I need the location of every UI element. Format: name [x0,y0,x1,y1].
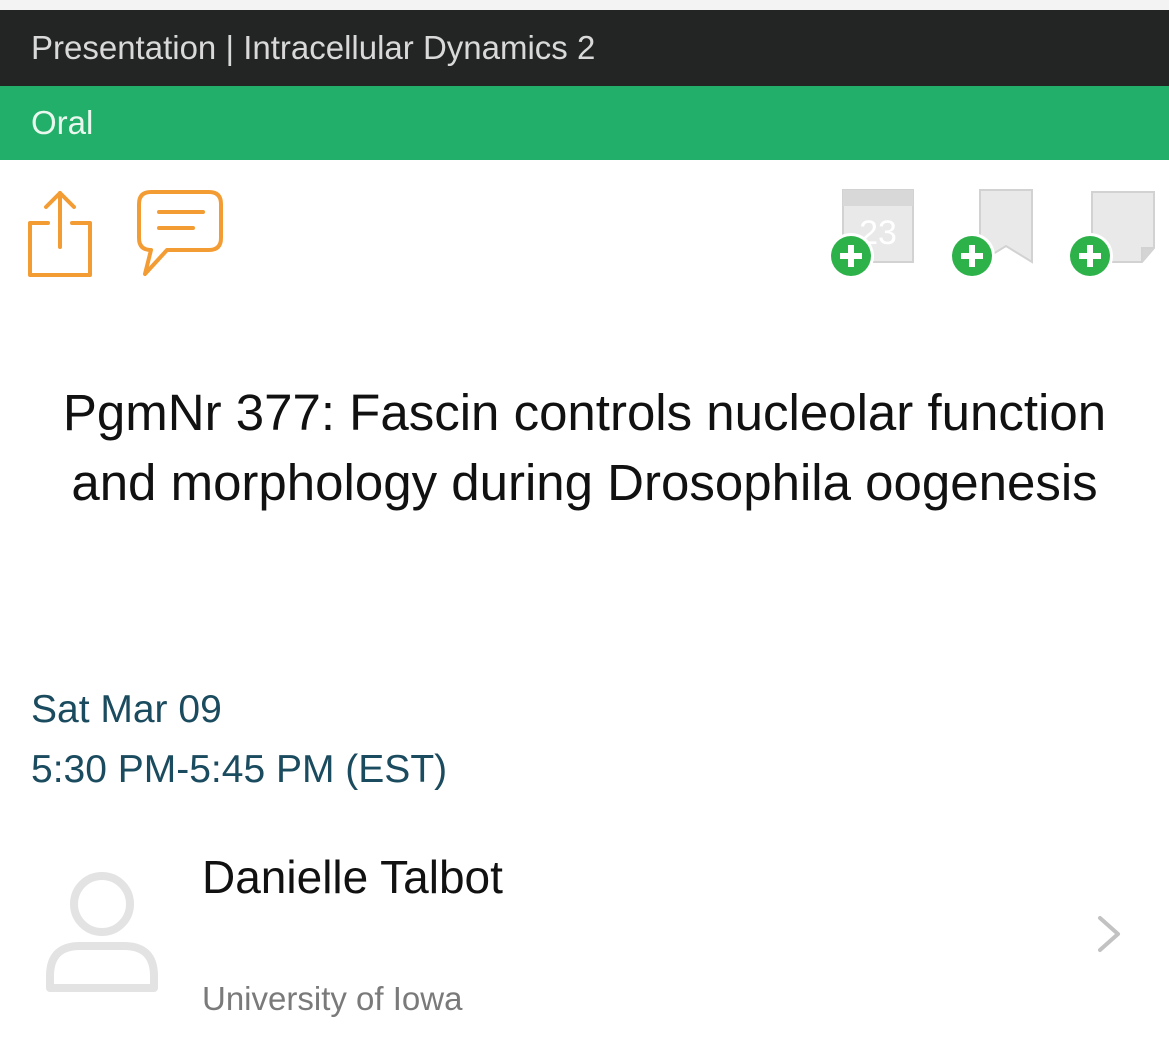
add-note-button[interactable] [1066,186,1160,280]
avatar [44,868,160,1000]
add-bookmark-button[interactable] [946,186,1038,280]
add-to-calendar-button[interactable]: 23 [825,186,920,280]
add-note-icon [1067,191,1155,279]
comment-button[interactable] [133,186,227,284]
page-header: Presentation | Intracellular Dynamics 2 [0,10,1169,86]
share-button[interactable] [22,185,98,285]
speaker-affiliation: University of Iowa [202,980,463,1017]
status-strip [0,0,1169,10]
speaker-name: Danielle Talbot [202,851,503,903]
comment-icon [137,190,223,276]
share-icon [28,191,92,277]
add-bookmark-icon [949,189,1033,279]
session-type-bar: Oral [0,86,1169,160]
person-icon [46,872,158,992]
add-to-calendar-icon: 23 [828,189,914,279]
presentation-title: PgmNr 377: Fascin controls nucleolar fun… [62,384,1107,511]
presentation-time: 5:30 PM-5:45 PM (EST) [31,748,448,791]
presentation-date: Sat Mar 09 [31,688,222,731]
chevron-right-icon[interactable] [1094,912,1124,956]
speaker-row[interactable]: Danielle Talbot University of Iowa [0,840,1169,1030]
